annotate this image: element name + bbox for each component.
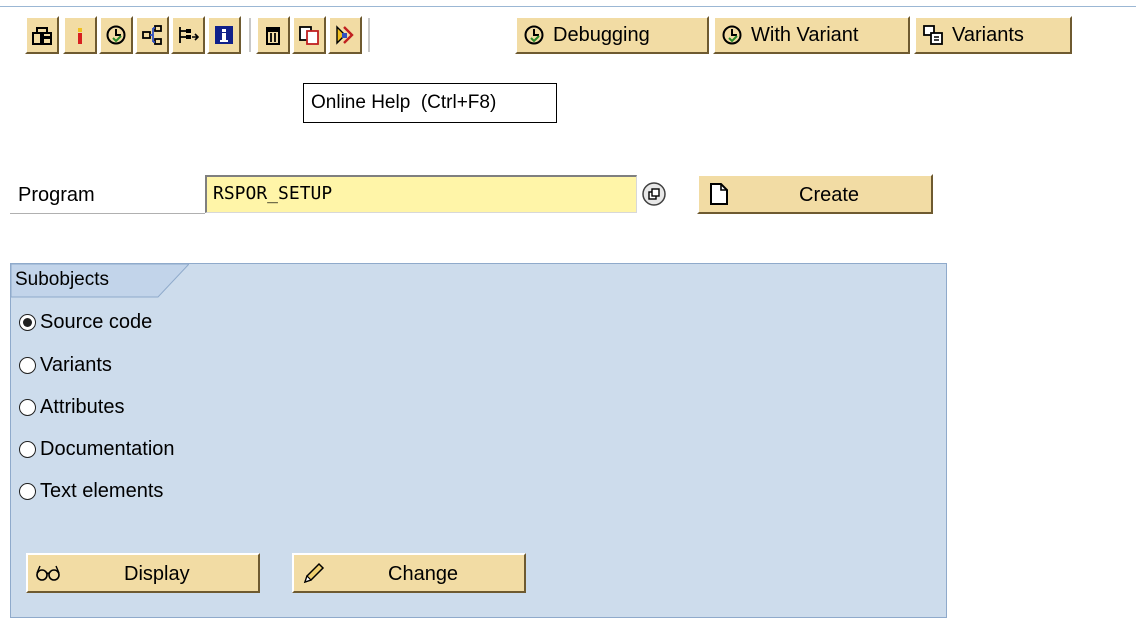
radio-label: Attributes: [40, 395, 125, 418]
where-used-list-button[interactable]: [135, 16, 169, 54]
online-help-tooltip: Online Help (Ctrl+F8): [303, 83, 557, 123]
active-inactive-button[interactable]: [63, 16, 97, 54]
delete-icon: [266, 27, 280, 45]
radio-label: Text elements: [40, 479, 164, 502]
object-list-button[interactable]: [171, 16, 205, 54]
copy-icon: [299, 26, 319, 45]
program-input[interactable]: RSPOR_SETUP: [205, 175, 637, 213]
info-icon: [215, 26, 233, 44]
value-help-icon: [642, 182, 666, 206]
new-document-icon: [710, 183, 728, 205]
program-label: Program: [18, 184, 95, 206]
rename-button[interactable]: [328, 16, 362, 54]
subobjects-tab: Subobjects: [11, 264, 189, 298]
with-variant-label: With Variant: [751, 23, 859, 46]
radio-variants[interactable]: Variants: [19, 350, 112, 380]
radio-attributes[interactable]: Attributes: [19, 392, 124, 422]
radio-button[interactable]: [19, 482, 36, 500]
toolbar-separator: [249, 18, 252, 52]
other-object-icon: [32, 27, 52, 45]
info-button[interactable]: [207, 16, 241, 54]
radio-button[interactable]: [19, 440, 36, 458]
rename-icon: [336, 25, 354, 45]
active-inactive-icon: [78, 28, 82, 44]
variants-button[interactable]: Variants: [914, 16, 1072, 54]
radio-label: Source code: [40, 310, 153, 333]
program-label-underline: [10, 213, 205, 214]
create-label: Create: [799, 184, 860, 206]
radio-text-elements[interactable]: Text elements: [19, 476, 163, 506]
glasses-icon: [36, 565, 60, 581]
pencil-icon: [303, 562, 325, 584]
subobjects-title: Subobjects: [15, 269, 110, 290]
object-list-icon: [179, 27, 199, 43]
copy-button[interactable]: [292, 16, 326, 54]
display-label: Display: [124, 563, 190, 585]
execute-icon: [106, 25, 126, 45]
debugging-icon: [524, 25, 544, 45]
variants-icon: [923, 25, 943, 45]
radio-label: Documentation: [40, 437, 175, 460]
change-label: Change: [388, 563, 459, 585]
radio-documentation[interactable]: Documentation: [19, 434, 175, 464]
subobjects-group: Subobjects Source code Variants Attribut…: [10, 263, 947, 618]
display-button[interactable]: Display: [26, 553, 260, 593]
change-button[interactable]: Change: [292, 553, 526, 593]
toolbar-separator: [368, 18, 371, 52]
radio-button[interactable]: [19, 398, 36, 416]
delete-button[interactable]: [256, 16, 290, 54]
debugging-label: Debugging: [553, 23, 650, 46]
execute-button[interactable]: [99, 16, 133, 54]
toolbar-top-line: [0, 6, 1136, 7]
clock-icon: [722, 25, 742, 45]
where-used-list-icon: [142, 25, 162, 45]
variants-label: Variants: [952, 23, 1024, 46]
create-button[interactable]: Create: [697, 174, 933, 214]
radio-selected-dot: [23, 317, 32, 327]
radio-label: Variants: [40, 353, 112, 376]
debugging-button[interactable]: Debugging: [515, 16, 709, 54]
radio-button[interactable]: [19, 313, 36, 331]
radio-button[interactable]: [19, 356, 36, 374]
application-toolbar: Debugging With Variant Variants: [0, 0, 1136, 66]
value-help-button[interactable]: [638, 180, 670, 208]
other-object-button[interactable]: [25, 16, 59, 54]
with-variant-button[interactable]: With Variant: [713, 16, 910, 54]
radio-source-code[interactable]: Source code: [19, 307, 152, 337]
